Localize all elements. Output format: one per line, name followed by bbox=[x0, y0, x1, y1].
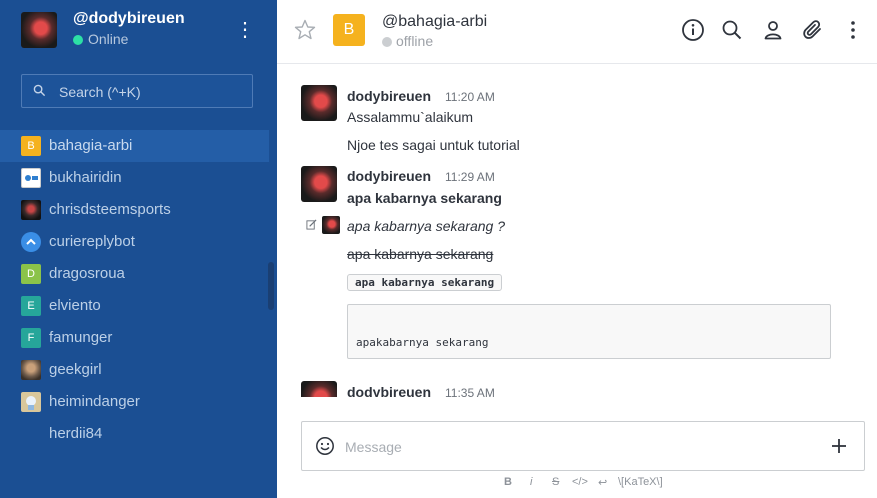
room-label: chrisdsteemsports bbox=[49, 201, 171, 218]
room-label: curiereplybot bbox=[49, 233, 135, 250]
sidebar-item-dragosroua[interactable]: D dragosroua bbox=[0, 258, 277, 290]
online-dot-icon bbox=[73, 35, 83, 45]
main-panel: B @bahagia-arbi offline dodybireuen 11:2… bbox=[277, 0, 877, 498]
user-header: @dodybireuen Online ⋮ bbox=[0, 0, 277, 64]
room-label: geekgirl bbox=[49, 361, 102, 378]
format-bold-button[interactable]: B bbox=[504, 476, 512, 488]
sidebar-item-bahagia-arbi[interactable]: B bahagia-arbi bbox=[0, 130, 269, 162]
format-katex-button[interactable]: \[KaTeX\] bbox=[618, 476, 663, 488]
sidebar-item-famunger[interactable]: F famunger bbox=[0, 322, 277, 354]
kebab-menu-icon[interactable] bbox=[841, 18, 865, 42]
user-info-icon[interactable] bbox=[761, 18, 785, 42]
message-text-strike: apa kabarnya sekarang bbox=[347, 246, 494, 262]
message-username[interactable]: dodybireuen bbox=[347, 88, 431, 104]
sidebar-item-heimindanger[interactable]: heimindanger bbox=[0, 386, 277, 418]
room-label: dragosroua bbox=[49, 265, 125, 282]
room-label: famunger bbox=[49, 329, 113, 346]
room-header: B @bahagia-arbi offline bbox=[277, 0, 877, 64]
room-label: herdii84 bbox=[49, 425, 103, 442]
message-time: 11:20 AM bbox=[445, 90, 495, 104]
search-messages-icon[interactable] bbox=[720, 18, 744, 42]
user-name: @dodybireuen bbox=[73, 10, 185, 27]
sidebar-item-chrisdsteemsports[interactable]: chrisdsteemsports bbox=[0, 194, 277, 226]
search-placeholder: Search (^+K) bbox=[59, 84, 141, 100]
message-inline-code: apa kabarnya sekarang bbox=[347, 274, 503, 291]
search-box[interactable]: Search (^+K) bbox=[21, 74, 253, 108]
format-code-button[interactable]: </> bbox=[572, 476, 588, 488]
room-avatar bbox=[21, 232, 41, 252]
room-label: bukhairidin bbox=[49, 169, 122, 186]
sidebar-item-herdii84[interactable]: herdii84 bbox=[0, 418, 277, 450]
sidebar-item-bukhairidin[interactable]: bukhairidin bbox=[0, 162, 277, 194]
room-label: heimindanger bbox=[49, 393, 140, 410]
sidebar-item-geekgirl[interactable]: geekgirl bbox=[0, 354, 277, 386]
emoji-icon[interactable] bbox=[315, 436, 335, 456]
room-title: @bahagia-arbi bbox=[382, 13, 488, 30]
sidebar-item-curiereplybot[interactable]: curiereplybot bbox=[0, 226, 277, 258]
search-icon bbox=[33, 84, 46, 97]
room-avatar bbox=[21, 168, 41, 188]
message-composer bbox=[301, 421, 865, 471]
room-list: B bahagia-arbi bukhairidin chrisdsteemsp… bbox=[0, 130, 277, 450]
plus-icon[interactable] bbox=[827, 434, 851, 458]
room-avatar bbox=[21, 200, 41, 220]
room-avatar: E bbox=[21, 296, 41, 316]
room-status: offline bbox=[382, 33, 433, 49]
message-text: Assalammu`alaikum bbox=[347, 109, 474, 125]
edited-pencil-icon bbox=[306, 219, 317, 230]
sidebar-item-elviento[interactable]: E elviento bbox=[0, 290, 277, 322]
star-icon[interactable] bbox=[293, 18, 317, 42]
message-avatar[interactable] bbox=[301, 85, 337, 121]
attachment-icon[interactable] bbox=[801, 18, 825, 42]
room-avatar: D bbox=[21, 264, 41, 284]
format-italic-button[interactable]: i bbox=[530, 476, 532, 488]
info-icon[interactable] bbox=[681, 18, 705, 42]
message-input[interactable] bbox=[345, 438, 815, 456]
message-username[interactable]: dodybireuen bbox=[347, 168, 431, 184]
message-time: 11:29 AM bbox=[445, 170, 495, 184]
room-avatar bbox=[21, 360, 41, 380]
message-username[interactable]: dodybireuen bbox=[347, 384, 431, 397]
message-code-block: apakabarnya sekarang bbox=[347, 304, 831, 359]
room-label: bahagia-arbi bbox=[49, 137, 133, 154]
message-avatar[interactable] bbox=[301, 166, 337, 202]
offline-dot-icon bbox=[382, 37, 392, 47]
message-avatar[interactable] bbox=[301, 381, 337, 397]
room-avatar: F bbox=[21, 328, 41, 348]
message-text-italic: apa kabarnya sekarang ? bbox=[347, 218, 505, 234]
format-strike-button[interactable]: S bbox=[552, 476, 559, 488]
format-multiline-icon[interactable]: ↩ bbox=[598, 476, 607, 489]
room-label: elviento bbox=[49, 297, 101, 314]
message-time: 11:35 AM bbox=[445, 386, 495, 397]
user-avatar[interactable] bbox=[21, 12, 57, 48]
sidebar: @dodybireuen Online ⋮ Search (^+K) B bah… bbox=[0, 0, 277, 498]
chat-app: @dodybireuen Online ⋮ Search (^+K) B bah… bbox=[0, 0, 877, 498]
user-status-label: Online bbox=[88, 31, 129, 47]
room-avatar bbox=[21, 392, 41, 412]
user-status: Online bbox=[73, 31, 128, 47]
message-list: dodybireuen 11:20 AM Assalammu`alaikum N… bbox=[277, 64, 877, 397]
message-text: Njoe tes sagai untuk tutorial bbox=[347, 137, 520, 153]
room-status-label: offline bbox=[396, 33, 434, 49]
user-menu-kebab-icon[interactable]: ⋮ bbox=[235, 18, 255, 42]
sidebar-scrollbar[interactable] bbox=[268, 262, 274, 310]
message-text-bold: apa kabarnya sekarang bbox=[347, 190, 502, 206]
room-avatar: B bbox=[21, 136, 41, 156]
room-header-avatar: B bbox=[333, 14, 365, 46]
editor-avatar bbox=[322, 216, 340, 234]
code-block-text: apakabarnya sekarang bbox=[356, 336, 489, 349]
